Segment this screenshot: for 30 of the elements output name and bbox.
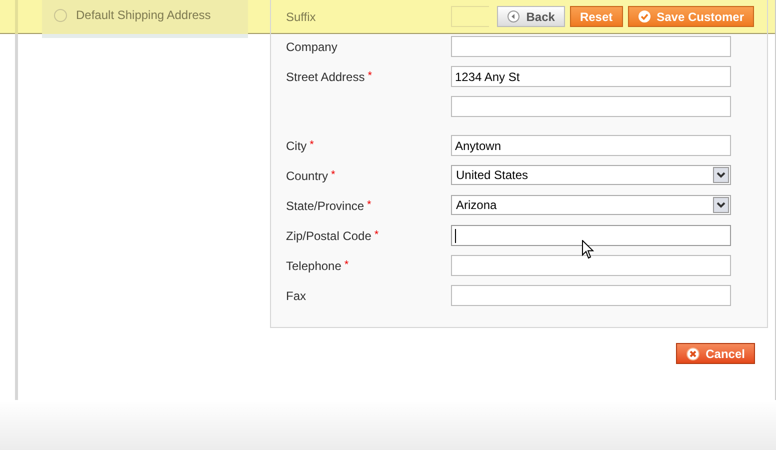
input-field[interactable] — [451, 255, 731, 276]
radio-button[interactable] — [54, 8, 67, 22]
field-label: Fax — [286, 288, 306, 305]
field-label: Zip/Postal Code — [286, 228, 372, 245]
field-label: Company — [286, 39, 338, 56]
mouse-pointer-icon — [582, 240, 594, 260]
radio-label: Default Shipping Address — [76, 7, 211, 24]
field-label: Street Address — [286, 69, 365, 86]
input-field[interactable] — [451, 96, 731, 117]
back-button[interactable]: Back — [497, 6, 565, 27]
field-label: Suffix — [286, 9, 316, 26]
field-label: Telephone — [286, 258, 342, 275]
input-field[interactable] — [451, 36, 731, 57]
field-label: City — [286, 138, 307, 155]
required-mark: * — [367, 198, 372, 213]
select-field[interactable]: United States — [451, 165, 731, 185]
field-label: Country — [286, 168, 328, 185]
input-field[interactable] — [451, 285, 731, 306]
required-mark: * — [368, 69, 372, 84]
field-label: State/Province — [286, 198, 364, 215]
required-mark: * — [310, 138, 314, 153]
required-mark: * — [331, 168, 336, 183]
input-field[interactable]: 1234 Any St — [451, 66, 731, 87]
close-icon — [686, 346, 700, 360]
checkmark-icon — [638, 10, 651, 23]
required-mark: * — [344, 258, 349, 273]
input-field[interactable] — [451, 225, 731, 246]
select-field[interactable]: Arizona — [451, 195, 731, 215]
input-field[interactable]: Anytown — [451, 135, 731, 156]
required-mark: * — [374, 228, 379, 243]
